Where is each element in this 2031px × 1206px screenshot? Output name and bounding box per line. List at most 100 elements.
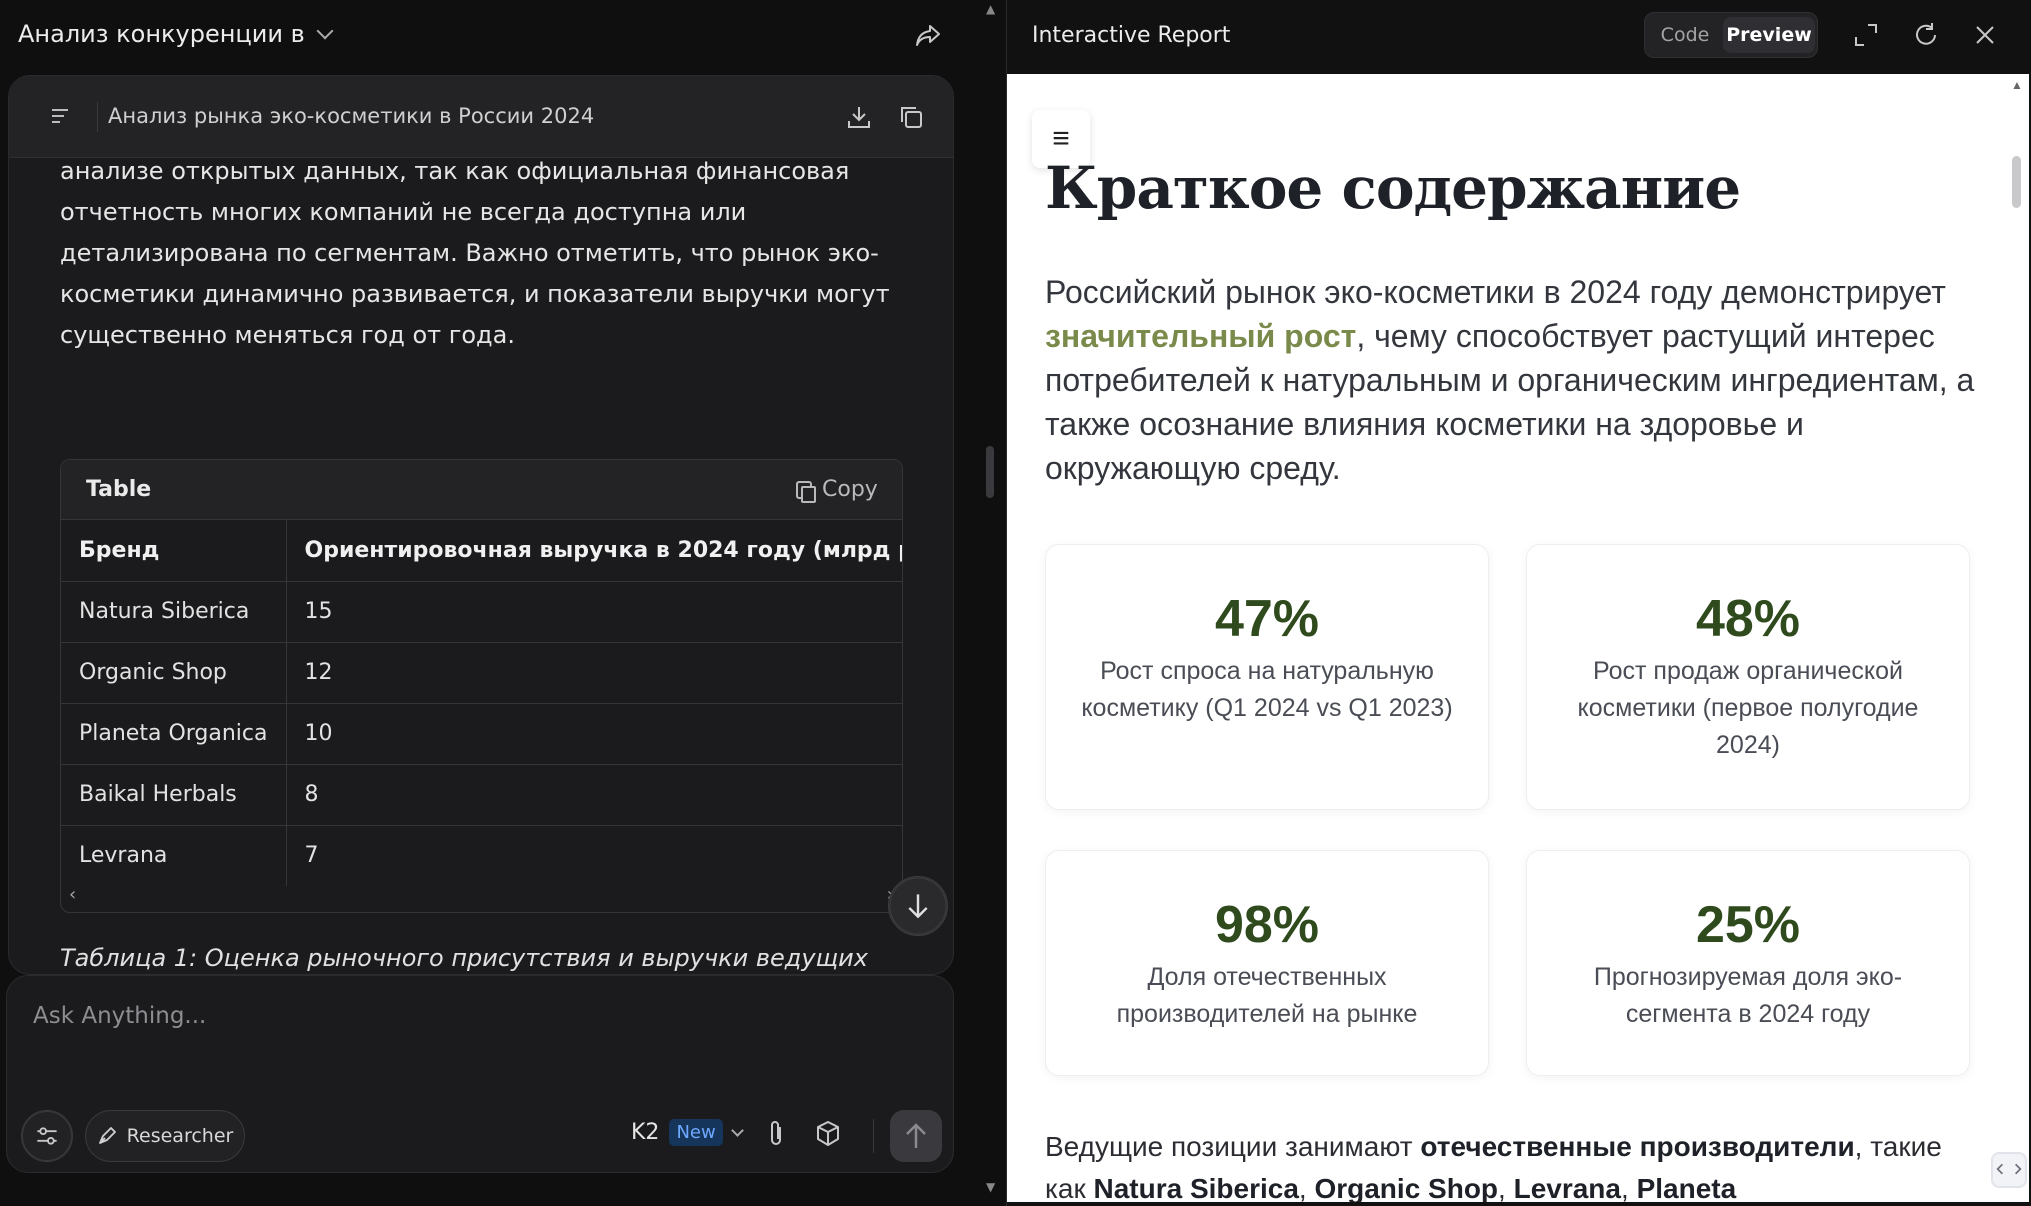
- copy-icon[interactable]: [897, 103, 925, 131]
- report-title: Interactive Report: [1032, 23, 1231, 48]
- researcher-label: Researcher: [126, 1125, 234, 1147]
- table-copy-button[interactable]: Copy: [796, 477, 878, 503]
- scroll-down-arrow-icon[interactable]: ▼: [986, 1180, 995, 1194]
- leaders-brand: Levrana: [1513, 1173, 1621, 1202]
- researcher-button[interactable]: Researcher: [85, 1110, 245, 1162]
- table-cell-revenue: 7: [304, 843, 319, 869]
- table-horizontal-scrollbar[interactable]: ‹ ›: [61, 884, 902, 912]
- view-toggle: Code Preview: [1644, 12, 1818, 58]
- column-header-brand: Бренд: [61, 520, 287, 582]
- revenue-table: Бренд Ориентировочная выручка в 2024 год…: [61, 520, 902, 886]
- table-cell-brand: Natura Siberica: [61, 581, 287, 643]
- message-composer: Researcher K2 New: [6, 975, 954, 1173]
- leaders-paragraph: Ведущие позиции занимают отечественные п…: [1045, 1126, 1985, 1202]
- summary-lead-paragraph: Российский рынок эко-косметики в 2024 го…: [1045, 270, 1985, 490]
- stat-label: Доля отечественных производителей на рын…: [1116, 963, 1418, 1028]
- table-copy-label: Copy: [822, 477, 878, 502]
- toolbar-divider: [97, 102, 98, 132]
- stat-card: 47% Рост спроса на натуральную косметику…: [1045, 544, 1489, 810]
- leaders-separator: ,: [1621, 1173, 1637, 1202]
- tab-preview[interactable]: Preview: [1723, 17, 1815, 53]
- table-row: Natura Siberica 15: [61, 581, 902, 643]
- leaders-brand: Organic Shop: [1314, 1173, 1499, 1202]
- report-panel: Interactive Report Code Preview ▲ ≡ Крат…: [1006, 0, 2031, 1206]
- leaders-brand: Planeta: [1636, 1173, 1737, 1202]
- table-caption: Таблица 1: Оценка рыночного присутствия …: [60, 944, 868, 972]
- paperclip-icon[interactable]: [763, 1119, 789, 1149]
- leaders-separator: ,: [1498, 1173, 1514, 1202]
- table-cell-revenue: 10: [286, 703, 902, 765]
- table-row: Baikal Herbals 8: [61, 764, 902, 826]
- summary-heading: Краткое содержание: [1045, 154, 1741, 222]
- scroll-left-icon[interactable]: ‹: [69, 884, 76, 905]
- report-header: Interactive Report Code Preview: [1007, 0, 2031, 74]
- outline-menu-icon[interactable]: [50, 107, 70, 125]
- table-cell-revenue: 15: [286, 581, 902, 643]
- document-title: Анализ рынка эко-косметики в России 2024: [108, 104, 595, 128]
- document-body: анализе открытых данных, так как официал…: [9, 158, 953, 974]
- pen-nib-icon: [98, 1127, 116, 1144]
- table-cell-revenue: 8: [286, 764, 902, 826]
- document-card: Анализ рынка эко-косметики в России 2024…: [8, 75, 954, 975]
- table-cell-brand: Levrana: [61, 825, 287, 886]
- leaders-separator: ,: [1298, 1173, 1315, 1202]
- hamburger-icon: ≡: [1052, 122, 1070, 155]
- expand-icon[interactable]: [1851, 20, 1881, 50]
- copy-icon: [796, 480, 816, 503]
- lead-highlight: значительный рост: [1045, 318, 1357, 354]
- stat-label: Рост продаж органической косметики (перв…: [1577, 657, 1919, 759]
- close-icon[interactable]: [1970, 20, 2000, 50]
- chat-title: Анализ конкуренции в: [18, 20, 305, 48]
- scroll-to-bottom-button[interactable]: [888, 876, 948, 936]
- table-row: Planeta Organica 10: [61, 703, 902, 765]
- leaders-brand: Natura Siberica: [1093, 1173, 1299, 1202]
- tab-code[interactable]: Code: [1649, 17, 1721, 53]
- table-toolbar: Table Copy: [61, 460, 902, 520]
- share-icon[interactable]: [913, 20, 943, 50]
- refresh-icon[interactable]: [1911, 20, 1941, 50]
- message-input[interactable]: [33, 996, 893, 1036]
- table-row: Levrana 7: [61, 825, 902, 886]
- stat-value: 47%: [1214, 590, 1320, 648]
- table-cell-brand: Baikal Herbals: [61, 764, 287, 826]
- revenue-table-container: Table Copy Бренд Ориентировочная выручка…: [60, 459, 903, 913]
- table-label: Table: [86, 477, 152, 502]
- chat-panel: Анализ конкуренции в ▲ Анализ рынка эко-…: [0, 0, 1005, 1206]
- new-badge: New: [669, 1119, 723, 1146]
- tools-settings-button[interactable]: [21, 1110, 73, 1162]
- cube-icon[interactable]: [814, 1119, 842, 1149]
- model-selector[interactable]: K2 New: [631, 1119, 744, 1146]
- column-header-revenue: Ориентировочная выручка в 2024 году (млр…: [286, 520, 902, 582]
- composer-divider: [873, 1119, 874, 1153]
- stat-label: Прогнозируемая доля эко-сегмента в 2024 …: [1593, 963, 1903, 1028]
- table-cell-brand: Planeta Organica: [61, 703, 287, 765]
- stat-value: 25%: [1695, 896, 1801, 954]
- chevron-down-icon: [316, 22, 334, 40]
- stat-value: 98%: [1214, 896, 1320, 954]
- chat-header: Анализ конкуренции в ▲: [0, 0, 1005, 72]
- lead-text: Российский рынок эко-косметики в 2024 го…: [1045, 274, 1946, 310]
- leaders-text: Ведущие позиции занимают: [1045, 1131, 1421, 1162]
- stat-label: Рост спроса на натуральную косметику (Q1…: [1081, 657, 1453, 722]
- code-toggle-widget-icon[interactable]: [1991, 1152, 2027, 1188]
- send-button[interactable]: [890, 1110, 942, 1162]
- table-row: Organic Shop 12: [61, 642, 902, 704]
- stat-value: 48%: [1695, 590, 1801, 648]
- table-header-row: Бренд Ориентировочная выручка в 2024 год…: [61, 520, 902, 582]
- stat-card: 25% Прогнозируемая доля эко-сегмента в 2…: [1526, 850, 1970, 1076]
- preview-scrollbar-thumb[interactable]: [2012, 156, 2021, 208]
- stat-card: 98% Доля отечественных производителей на…: [1045, 850, 1489, 1076]
- chat-scrollbar-thumb[interactable]: [986, 446, 994, 498]
- intro-paragraph: анализе открытых данных, так как официал…: [60, 158, 890, 349]
- leaders-bold: отечественные производители: [1420, 1131, 1855, 1162]
- model-name: K2: [631, 1120, 660, 1145]
- chat-title-dropdown[interactable]: Анализ конкуренции в: [18, 20, 334, 48]
- table-cell-revenue: 12: [286, 642, 902, 704]
- download-icon[interactable]: [845, 103, 873, 131]
- scroll-up-arrow-icon[interactable]: ▲: [2011, 78, 2023, 92]
- stat-card: 48% Рост продаж органической косметики (…: [1526, 544, 1970, 810]
- table-cell-brand: Organic Shop: [61, 642, 287, 704]
- report-preview: ▲ ≡ Краткое содержание Российский рынок …: [1007, 74, 2029, 1202]
- chevron-down-icon: [730, 1123, 744, 1137]
- scroll-up-arrow-icon[interactable]: ▲: [986, 2, 995, 16]
